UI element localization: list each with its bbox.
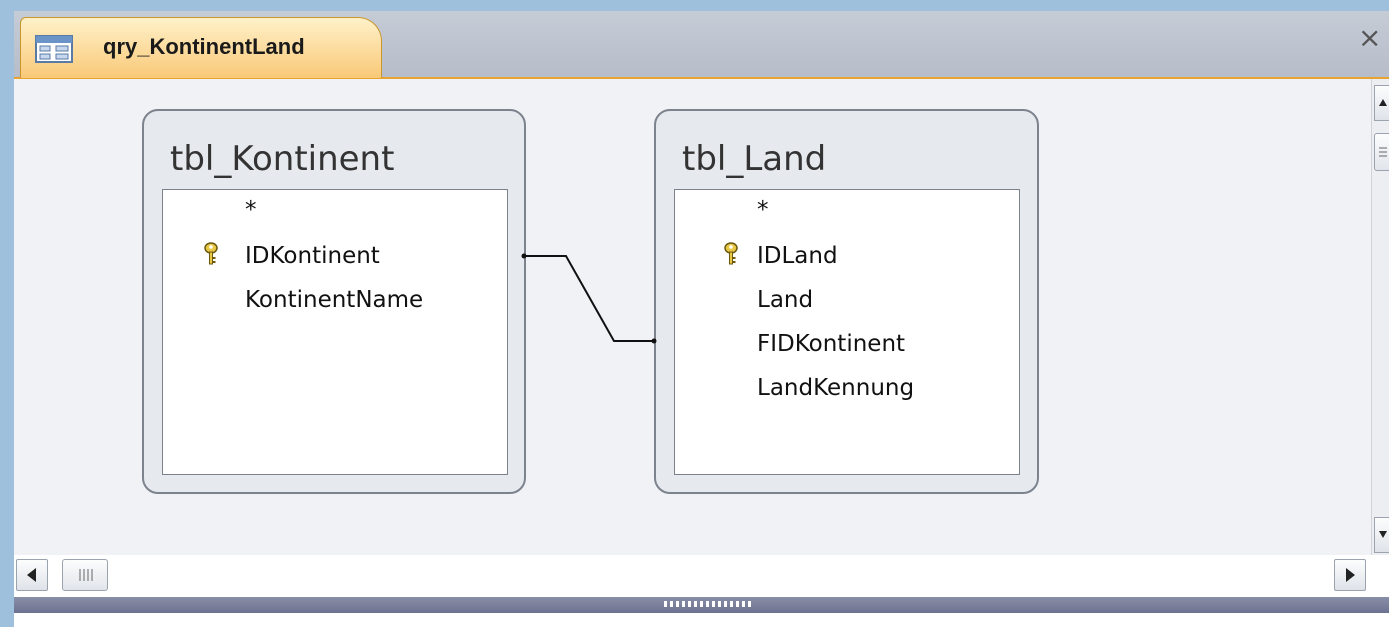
document-tab-strip: qry_KontinentLand <box>14 11 1389 79</box>
field-item[interactable]: Land <box>757 286 813 314</box>
arrow-up-icon <box>1379 99 1387 106</box>
primary-key-icon <box>203 242 219 266</box>
window-frame <box>0 0 1389 11</box>
field-item[interactable]: LandKennung <box>757 374 914 402</box>
vertical-scrollbar[interactable] <box>1371 79 1389 555</box>
splitter-grip-icon[interactable] <box>664 601 754 607</box>
field-item[interactable]: IDLand <box>757 242 838 270</box>
arrow-down-icon <box>1379 531 1387 538</box>
field-item[interactable]: IDKontinent <box>245 242 380 270</box>
table-title: tbl_Land <box>682 139 827 179</box>
scroll-left-button[interactable] <box>16 559 48 591</box>
primary-key-icon <box>723 242 739 266</box>
field-item[interactable]: KontinentName <box>245 286 423 314</box>
field-item[interactable]: * <box>245 196 257 224</box>
arrow-right-icon <box>1346 568 1355 582</box>
window-left-edge <box>0 11 14 627</box>
tab-title: qry_KontinentLand <box>103 34 305 59</box>
field-item[interactable]: * <box>757 196 769 224</box>
horizontal-scroll-thumb[interactable] <box>62 559 108 591</box>
query-grid-pane[interactable] <box>14 613 1389 627</box>
arrow-left-icon <box>27 568 36 582</box>
horizontal-scrollbar[interactable] <box>14 555 1371 597</box>
scroll-down-button[interactable] <box>1374 517 1389 553</box>
vertical-scroll-thumb[interactable] <box>1374 133 1389 171</box>
grip-icon <box>79 569 93 581</box>
tab-qry-kontinentland[interactable]: qry_KontinentLand <box>20 17 382 78</box>
scroll-up-button[interactable] <box>1374 85 1389 121</box>
table-box-tbl-land[interactable]: tbl_Land * IDLand Land FIDKontinent Land… <box>654 109 1039 494</box>
pane-splitter[interactable] <box>14 597 1389 613</box>
field-item[interactable]: FIDKontinent <box>757 330 905 358</box>
grip-icon <box>1379 147 1387 157</box>
scroll-right-button[interactable] <box>1334 559 1366 591</box>
close-tab-button[interactable]: × <box>1358 24 1381 52</box>
table-box-tbl-kontinent[interactable]: tbl_Kontinent * IDKontinent KontinentNam… <box>142 109 526 494</box>
table-title: tbl_Kontinent <box>170 139 395 179</box>
query-icon <box>35 34 73 64</box>
field-list[interactable]: * IDLand Land FIDKontinent LandKennung <box>674 189 1020 475</box>
field-list[interactable]: * IDKontinent KontinentName <box>162 189 508 475</box>
